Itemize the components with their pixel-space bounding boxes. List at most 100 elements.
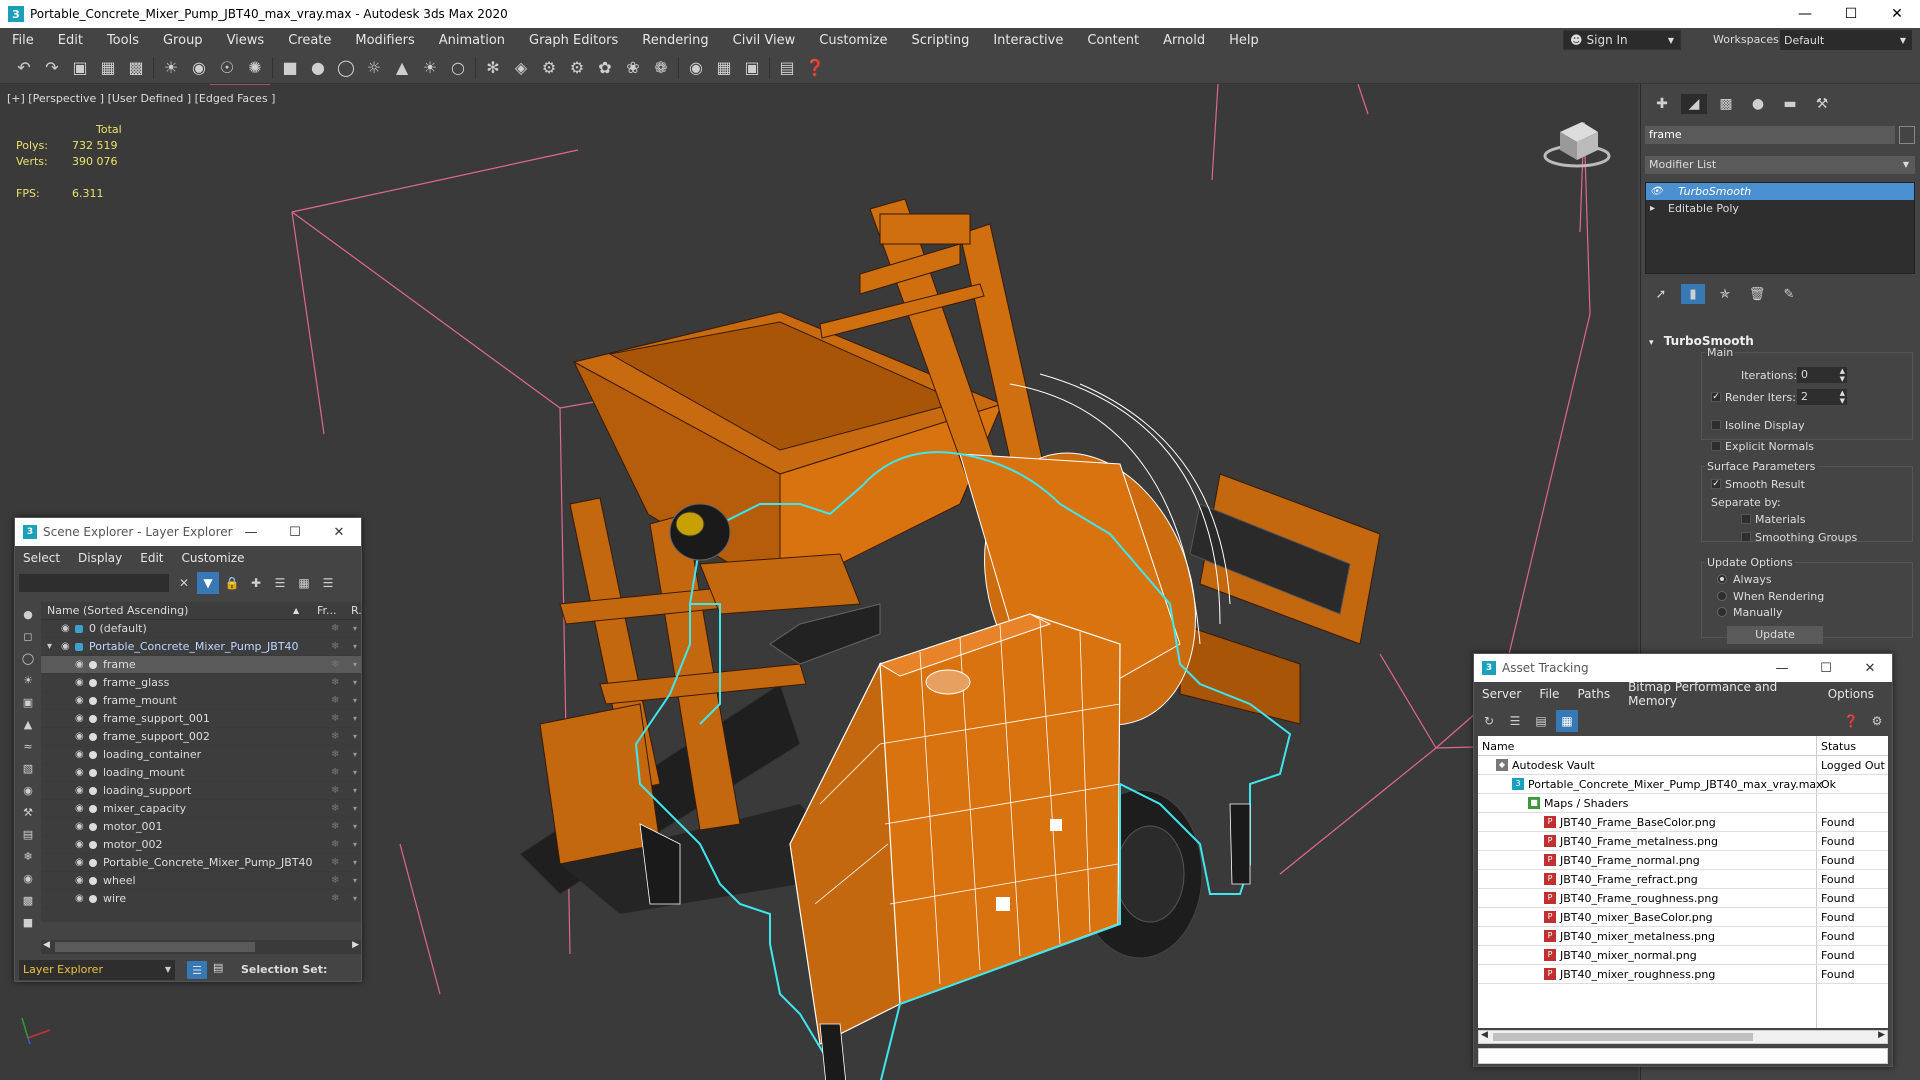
menu-scripting[interactable]: Scripting [900,33,982,48]
smooth-result-checkbox[interactable]: ✓ [1711,479,1721,489]
render-frame-icon[interactable]: ▣ [738,55,766,81]
cone-icon[interactable]: ▲ [388,55,416,81]
redo-icon[interactable]: ↷ [38,55,66,81]
visibility-eye-icon[interactable]: ◉ [75,821,84,832]
menu-rendering[interactable]: Rendering [630,33,720,48]
sphere-icon[interactable]: ◯ [332,55,360,81]
modifier-list-dropdown[interactable]: Modifier List ▼ [1645,156,1915,174]
asset-row[interactable]: ◆ Autodesk Vault Logged Out [1478,756,1888,775]
iterations-spinner[interactable]: 0 ▲ ▼ [1797,367,1847,383]
menu-edit[interactable]: Edit [140,551,163,565]
select-all-icon[interactable]: ■ [19,912,37,932]
menu-interactive[interactable]: Interactive [981,33,1075,48]
smoothing-groups-checkbox[interactable] [1741,532,1751,542]
menu-bitmap-performance[interactable]: Bitmap Performance and Memory [1628,680,1810,708]
menu-animation[interactable]: Animation [427,33,517,48]
asset-row[interactable]: 3 Portable_Concrete_Mixer_Pump_JBT40_max_… [1478,775,1888,794]
asset-table-hscrollbar[interactable]: ◀ ▶ [1478,1030,1888,1044]
visibility-eye-icon[interactable]: ◉ [61,641,70,652]
dome-icon[interactable]: ● [304,55,332,81]
asset-tracking-titlebar[interactable]: 3 Asset Tracking — ☐ ✕ [1474,654,1892,682]
render-iters-spinner[interactable]: 2 ▲ ▼ [1797,389,1847,405]
spinner-arrows-icon[interactable]: ▲ ▼ [1840,367,1845,383]
visibility-eye-icon[interactable]: ◉ [75,659,84,670]
freeze-icon[interactable]: ❄ [331,623,339,634]
scroll-left-icon[interactable]: ◀ [1481,1030,1488,1040]
spacewarp-filter-icon[interactable]: ≈ [19,736,37,756]
physics-icon[interactable]: ⚙ [535,55,563,81]
menu-views[interactable]: Views [215,33,277,48]
maximize-icon[interactable]: ☐ [273,518,317,546]
freeze-icon[interactable]: ❄ [331,713,339,724]
show-end-result-icon[interactable]: ▮ [1681,284,1705,304]
scroll-right-icon[interactable]: ▶ [352,940,359,950]
render-icon[interactable]: ◉ [682,55,710,81]
table-view-icon[interactable]: ▦ [1556,710,1578,732]
scene-explorer-titlebar[interactable]: 3 Scene Explorer - Layer Explorer — ☐ ✕ [15,518,361,546]
visibility-eye-icon[interactable]: ◉ [75,839,84,850]
frozen-filter-icon[interactable]: ❄ [19,846,37,866]
close-icon[interactable]: ✕ [317,518,361,546]
eye-icon[interactable]: 👁 [1650,186,1668,197]
gear-icon[interactable]: ⚙ [563,55,591,81]
freeze-icon[interactable]: ❄ [331,731,339,742]
grass-icon[interactable]: ✿ [591,55,619,81]
menu-server[interactable]: Server [1482,687,1521,701]
update-button[interactable]: Update [1727,626,1823,644]
renderable-icon[interactable]: ▾ [353,750,357,759]
material-icon[interactable]: ◈ [507,55,535,81]
renderable-icon[interactable]: ▾ [353,840,357,849]
menu-modifiers[interactable]: Modifiers [343,33,426,48]
menu-paths[interactable]: Paths [1577,687,1610,701]
minimize-icon[interactable]: — [1782,0,1828,28]
visibility-eye-icon[interactable]: ◉ [75,749,84,760]
visibility-eye-icon[interactable]: ◉ [75,713,84,724]
torus-icon[interactable]: ☼ [360,55,388,81]
asset-row[interactable]: ■ Maps / Shaders [1478,794,1888,813]
scene-row[interactable]: ◉ motor_002 ❄ ▾ [41,836,361,854]
menu-help[interactable]: Help [1217,33,1271,48]
minimize-icon[interactable]: — [1760,654,1804,682]
undo-icon[interactable]: ↶ [10,55,38,81]
visibility-eye-icon[interactable]: ◉ [75,731,84,742]
xref-filter-icon[interactable]: ◉ [19,780,37,800]
menu-content[interactable]: Content [1075,33,1151,48]
renderable-icon[interactable]: ▾ [353,768,357,777]
scene-row[interactable]: ◉ Portable_Concrete_Mixer_Pump_JBT40 ❄ ▾ [41,854,361,872]
make-unique-icon[interactable]: ✯ [1713,284,1737,304]
freeze-icon[interactable]: ❄ [331,695,339,706]
explorer-type-dropdown[interactable]: Layer Explorer ▼ [19,960,175,980]
modify-tab-icon[interactable]: ◢ [1681,94,1707,114]
stack-item-editable-poly[interactable]: ▸ Editable Poly [1646,200,1914,217]
motion-tab-icon[interactable]: ● [1745,94,1771,114]
freeze-icon[interactable]: ❄ [331,893,339,904]
menu-arnold[interactable]: Arnold [1151,33,1217,48]
freeze-icon[interactable]: ❄ [331,839,339,850]
renderable-icon[interactable]: ▾ [353,714,357,723]
spinner-arrows-icon[interactable]: ▲ ▼ [1840,389,1845,405]
render-column-header[interactable]: R. [351,604,361,617]
scene-row[interactable]: ◉ 0 (default) ❄ ▾ [41,620,361,638]
sign-in-dropdown[interactable]: ☻ Sign In ▼ [1563,30,1681,50]
help-icon[interactable]: ❓ [801,55,829,81]
particles-icon[interactable]: ✻ [479,55,507,81]
renderable-icon[interactable]: ▾ [353,822,357,831]
hold-icon[interactable]: ▩ [122,55,150,81]
sphere-light-icon[interactable]: ○ [444,55,472,81]
maximize-icon[interactable]: ☐ [1804,654,1848,682]
display-all-icon[interactable]: ● [19,604,37,624]
display-children-icon[interactable]: ▩ [19,890,37,910]
asset-row[interactable]: P JBT40_Frame_BaseColor.png Found [1478,813,1888,832]
menu-customize[interactable]: Customize [807,33,899,48]
hair-icon[interactable]: ❀ [619,55,647,81]
close-icon[interactable]: ✕ [1874,0,1920,28]
thumbnail-view-icon[interactable]: ▤ [1530,710,1552,732]
renderable-icon[interactable]: ▾ [353,786,357,795]
hierarchy-icon[interactable]: ▦ [293,572,315,594]
scroll-left-icon[interactable]: ◀ [43,940,50,950]
hierarchy-toggle-icon[interactable]: ▤ [213,961,223,974]
scrollbar-thumb[interactable] [55,942,255,952]
menu-options[interactable]: Options [1828,687,1874,701]
name-column-header[interactable]: Name [1482,740,1514,753]
hierarchy-tab-icon[interactable]: ▩ [1713,94,1739,114]
